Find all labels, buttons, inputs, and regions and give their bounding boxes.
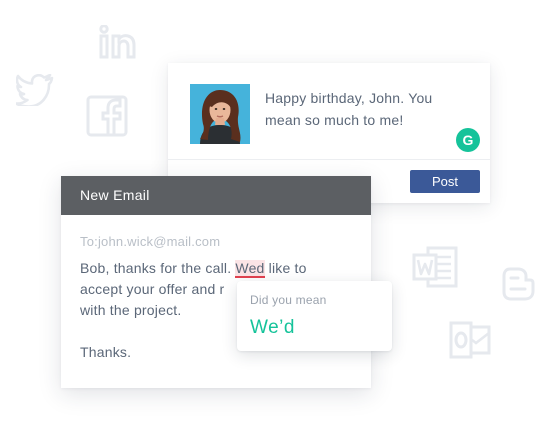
to-address: john.wick@mail.com <box>97 234 221 249</box>
post-button[interactable]: Post <box>410 170 480 193</box>
to-label: To: <box>80 234 98 249</box>
post-text[interactable]: Happy birthday, John. You mean so much t… <box>265 87 465 131</box>
to-field[interactable]: To:john.wick@mail.com <box>80 234 220 249</box>
suggestion-fix[interactable]: We’d <box>250 317 295 339</box>
body-text-segment: like to <box>264 260 307 276</box>
grammarly-icon[interactable]: G <box>456 128 480 152</box>
avatar <box>190 84 250 144</box>
suggestion-popup[interactable]: Did you mean We’d <box>237 281 392 351</box>
suggestion-prompt: Did you mean <box>250 293 327 307</box>
facebook-icon <box>86 95 128 137</box>
twitter-icon <box>16 74 54 106</box>
linkedin-icon <box>99 25 137 59</box>
body-line: Bob, thanks for the call. Wed like to <box>80 258 360 279</box>
card-divider <box>168 159 490 160</box>
outlook-icon <box>449 319 491 361</box>
blogger-icon <box>500 266 536 302</box>
flagged-word[interactable]: Wed <box>235 260 265 278</box>
email-header: New Email <box>61 176 371 215</box>
body-text-segment: Bob, thanks for the call. <box>80 260 236 276</box>
word-icon <box>412 243 460 291</box>
